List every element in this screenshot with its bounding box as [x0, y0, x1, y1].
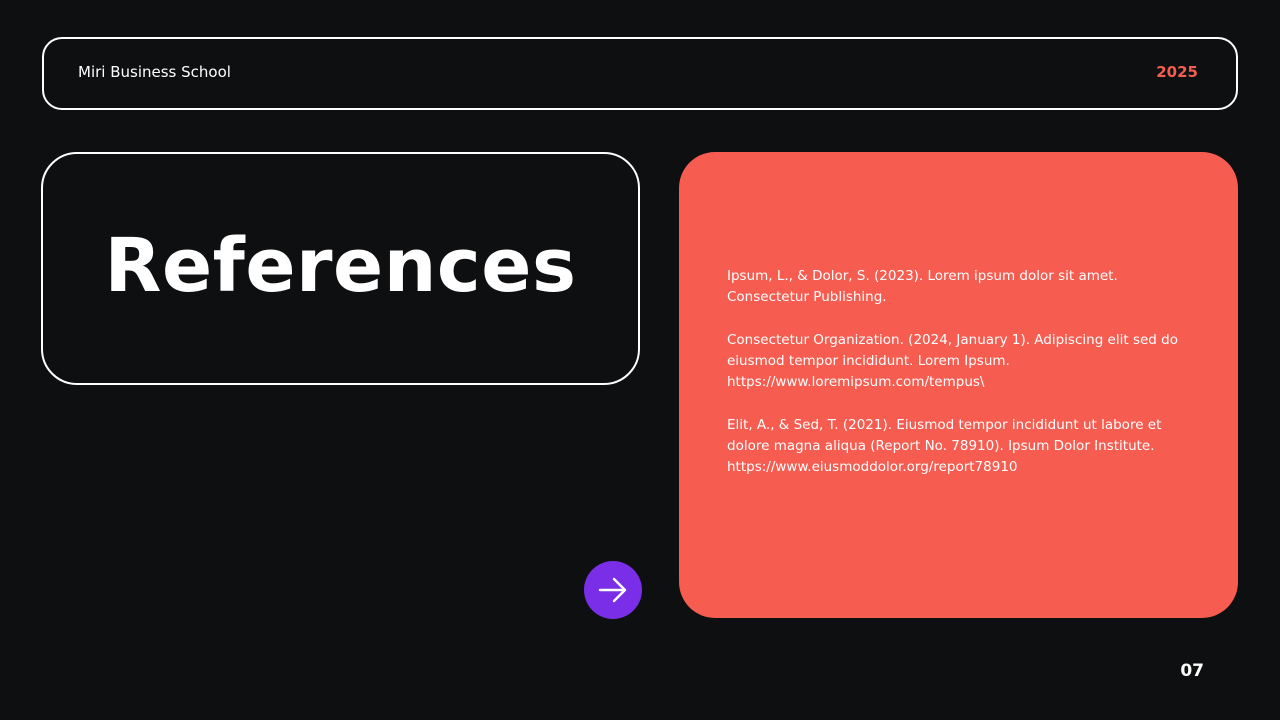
reference-entry: Consectetur Organization. (2024, January… — [727, 332, 1178, 390]
next-button[interactable] — [584, 561, 642, 619]
slide: Miri Business School 2025 References Ips… — [0, 0, 1280, 720]
title-box: References — [41, 152, 640, 385]
arrow-right-icon — [598, 577, 627, 603]
references-list: Ipsum, L., & Dolor, S. (2023). Lorem ips… — [727, 266, 1187, 500]
header-bar: Miri Business School 2025 — [42, 37, 1238, 110]
page-number: 07 — [1180, 661, 1204, 681]
references-card: Ipsum, L., & Dolor, S. (2023). Lorem ips… — [679, 152, 1238, 618]
page-title: References — [104, 222, 577, 309]
school-name: Miri Business School — [78, 63, 231, 81]
reference-entry: Ipsum, L., & Dolor, S. (2023). Lorem ips… — [727, 268, 1118, 305]
reference-entry: Elit, A., & Sed, T. (2021). Eiusmod temp… — [727, 417, 1162, 475]
year-label: 2025 — [1156, 63, 1198, 81]
